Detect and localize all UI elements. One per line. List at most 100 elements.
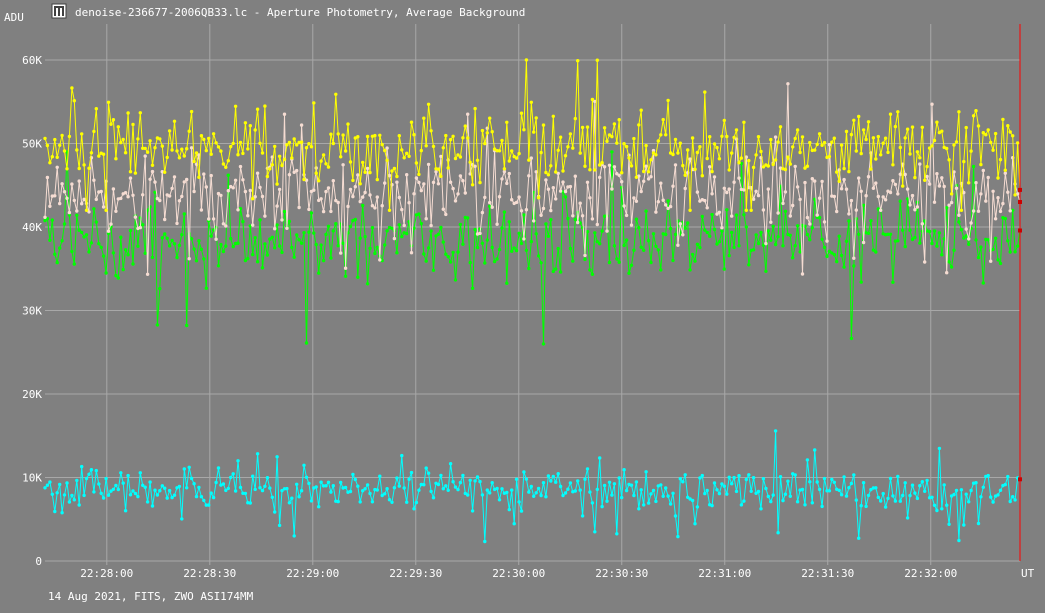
data-point-yellow xyxy=(165,155,169,160)
data-point-green xyxy=(573,217,577,222)
data-point-cyan xyxy=(962,523,966,527)
y-tick-label: 10K xyxy=(22,472,42,485)
tiles-app-icon[interactable] xyxy=(51,3,67,19)
data-point-cyan xyxy=(104,476,108,481)
data-point-cyan xyxy=(514,477,519,481)
data-point-pink xyxy=(649,175,653,179)
data-point-green xyxy=(607,260,612,265)
data-point-cyan xyxy=(788,494,792,498)
data-point-pink xyxy=(214,237,218,241)
data-point-cyan xyxy=(629,483,634,487)
data-point-yellow xyxy=(453,156,458,161)
data-point-yellow xyxy=(461,136,465,140)
data-point-cyan xyxy=(940,507,944,511)
data-point-yellow xyxy=(187,129,191,133)
data-point-yellow xyxy=(910,125,915,129)
data-point-cyan xyxy=(409,470,414,475)
data-point-yellow xyxy=(356,135,360,139)
data-point-green xyxy=(605,214,609,218)
data-point-cyan xyxy=(832,480,836,484)
data-point-green xyxy=(940,253,944,257)
data-point-green xyxy=(89,241,94,245)
data-point-green xyxy=(754,233,758,237)
data-point-cyan xyxy=(84,476,89,481)
data-point-cyan xyxy=(778,475,783,479)
data-point-pink xyxy=(532,219,536,223)
data-point-green xyxy=(708,234,712,238)
data-point-cyan xyxy=(436,482,441,487)
data-point-pink xyxy=(456,192,460,196)
data-point-cyan xyxy=(891,494,895,498)
data-point-pink xyxy=(578,201,582,205)
data-point-yellow xyxy=(238,140,243,145)
data-point-pink xyxy=(62,190,67,194)
data-point-green xyxy=(700,214,704,219)
data-point-pink xyxy=(910,193,915,198)
data-point-pink xyxy=(483,195,487,200)
data-point-cyan xyxy=(644,470,648,474)
data-point-yellow xyxy=(400,148,404,152)
data-point-cyan xyxy=(385,487,389,491)
data-point-pink xyxy=(563,189,568,194)
data-point-pink xyxy=(329,209,333,214)
data-point-yellow xyxy=(419,148,423,153)
data-point-yellow xyxy=(84,208,89,212)
data-point-pink xyxy=(451,186,455,191)
data-point-cyan xyxy=(739,503,744,507)
data-point-green xyxy=(405,231,409,236)
data-point-green xyxy=(492,259,497,264)
data-point-cyan xyxy=(751,476,756,480)
data-point-yellow xyxy=(451,134,455,138)
data-point-pink xyxy=(490,205,494,209)
data-point-cyan xyxy=(475,475,480,479)
data-point-yellow xyxy=(905,127,910,131)
data-point-cyan xyxy=(189,476,194,481)
data-point-yellow xyxy=(1013,193,1017,197)
data-point-yellow xyxy=(199,134,204,138)
data-point-yellow xyxy=(773,158,778,162)
data-point-cyan xyxy=(558,484,563,489)
data-point-yellow xyxy=(998,157,1003,162)
data-point-yellow xyxy=(106,100,111,105)
data-point-pink xyxy=(414,176,419,180)
data-point-cyan xyxy=(769,499,773,504)
data-point-cyan xyxy=(67,500,72,504)
data-point-yellow xyxy=(65,167,69,171)
data-point-green xyxy=(781,244,785,248)
data-point-yellow xyxy=(984,133,988,137)
data-point-cyan xyxy=(930,495,934,499)
data-point-yellow xyxy=(644,143,648,148)
data-point-cyan xyxy=(177,484,182,489)
data-point-pink xyxy=(947,203,951,207)
data-point-cyan xyxy=(248,501,252,505)
data-point-pink xyxy=(891,179,895,183)
data-point-pink xyxy=(336,200,340,205)
data-point-yellow xyxy=(363,170,367,174)
data-point-cyan xyxy=(167,488,172,493)
data-point-green xyxy=(903,244,907,249)
data-point-yellow xyxy=(231,141,235,146)
data-point-cyan xyxy=(646,501,651,505)
data-point-yellow xyxy=(109,122,113,126)
data-point-green xyxy=(439,225,443,230)
data-point-cyan xyxy=(864,504,868,509)
data-point-cyan xyxy=(216,466,221,470)
data-point-cyan xyxy=(145,500,150,504)
data-point-pink xyxy=(175,221,179,226)
data-point-cyan xyxy=(456,487,460,492)
data-point-green xyxy=(321,258,326,263)
data-point-cyan xyxy=(783,492,788,496)
data-point-pink xyxy=(551,186,555,190)
y-tick-label: 60K xyxy=(22,54,42,67)
data-point-pink xyxy=(761,208,766,212)
data-point-cyan xyxy=(458,480,463,485)
data-point-cyan xyxy=(693,522,697,526)
data-point-cyan xyxy=(426,471,431,475)
data-point-yellow xyxy=(1015,141,1020,145)
data-point-green xyxy=(842,265,846,269)
data-point-cyan xyxy=(304,475,309,479)
data-point-yellow xyxy=(510,149,514,153)
data-point-yellow xyxy=(265,174,270,179)
data-point-pink xyxy=(949,200,954,205)
data-point-cyan xyxy=(80,464,84,469)
